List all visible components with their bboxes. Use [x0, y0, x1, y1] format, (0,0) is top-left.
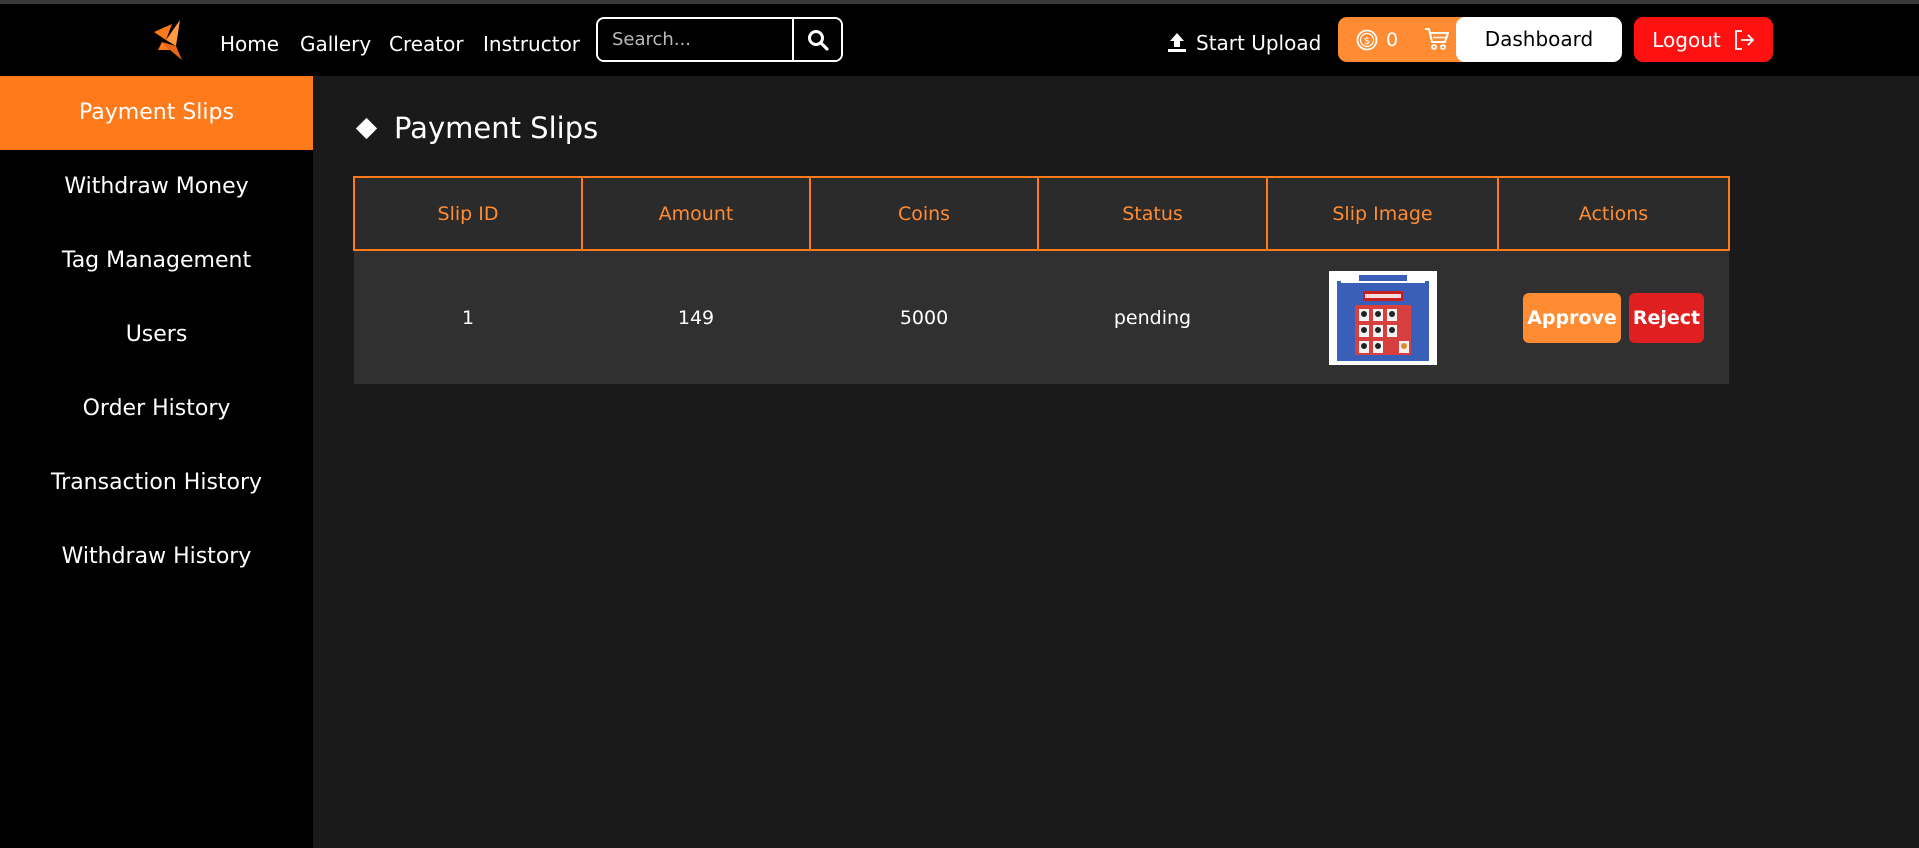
cart-button[interactable] [1424, 27, 1450, 55]
sidebar-item-order-history[interactable]: Order History [0, 372, 313, 446]
reject-button[interactable]: Reject [1629, 292, 1704, 343]
logout-label: Logout [1652, 27, 1721, 52]
approve-button[interactable]: Approve [1523, 292, 1621, 343]
cell-status: pending [1038, 250, 1267, 384]
coin-count: 0 [1386, 28, 1399, 51]
coin-balance[interactable]: $ 0 [1356, 17, 1398, 62]
search-input[interactable] [598, 19, 792, 60]
search-button[interactable] [792, 19, 841, 60]
sidebar-item-withdraw-money[interactable]: Withdraw Money [0, 150, 313, 224]
column-header-status: Status [1037, 176, 1268, 251]
column-header-slip-id: Slip ID [353, 176, 583, 251]
start-upload-label: Start Upload [1196, 31, 1322, 55]
table-row: 1 149 5000 pending Approve Reject [354, 250, 1729, 384]
search-icon [807, 29, 829, 51]
sidebar-item-transaction-history[interactable]: Transaction History [0, 446, 313, 520]
sidebar-item-payment-slips[interactable]: Payment Slips [0, 76, 313, 150]
cell-coins: 5000 [810, 250, 1038, 384]
cart-icon [1425, 28, 1449, 50]
cell-actions: Approve Reject [1498, 250, 1729, 384]
svg-text:$: $ [1364, 36, 1370, 47]
sidebar-item-tag-management[interactable]: Tag Management [0, 224, 313, 298]
column-header-coins: Coins [809, 176, 1039, 251]
sidebar-item-withdraw-history[interactable]: Withdraw History [0, 520, 313, 594]
cell-slip-image [1267, 250, 1498, 384]
column-header-actions: Actions [1497, 176, 1730, 251]
sidebar: Payment Slips Withdraw Money Tag Managem… [0, 76, 313, 848]
start-upload-button[interactable]: Start Upload [1166, 26, 1321, 60]
diamond-icon [355, 117, 378, 139]
cell-amount: 149 [582, 250, 810, 384]
sidebar-item-users[interactable]: Users [0, 298, 313, 372]
upload-icon [1168, 33, 1186, 52]
search-box [596, 17, 843, 62]
origami-bird-logo-icon[interactable] [152, 20, 186, 60]
logout-button[interactable]: Logout [1634, 17, 1773, 62]
cell-slip-id: 1 [354, 250, 582, 384]
nav-link-home[interactable]: Home [220, 28, 279, 60]
logout-icon [1734, 29, 1755, 50]
page-title: Payment Slips [355, 108, 598, 148]
nav-link-creator[interactable]: Creator [389, 28, 464, 60]
slip-image-thumbnail[interactable] [1328, 270, 1437, 365]
dashboard-button[interactable]: Dashboard [1456, 17, 1622, 62]
page-title-text: Payment Slips [394, 111, 599, 145]
table-header-row: Slip ID Amount Coins Status Slip Image A… [353, 176, 1730, 251]
column-header-amount: Amount [581, 176, 811, 251]
top-navbar: Home Gallery Creator Instructor Start Up… [0, 4, 1919, 76]
nav-link-instructor[interactable]: Instructor [483, 28, 580, 60]
payment-slips-table: Slip ID Amount Coins Status Slip Image A… [353, 176, 1730, 384]
coins-cart-pill: $ 0 Dashboard [1338, 17, 1622, 62]
nav-link-gallery[interactable]: Gallery [300, 28, 371, 60]
coin-icon: $ [1356, 29, 1378, 50]
column-header-slip-image: Slip Image [1266, 176, 1499, 251]
